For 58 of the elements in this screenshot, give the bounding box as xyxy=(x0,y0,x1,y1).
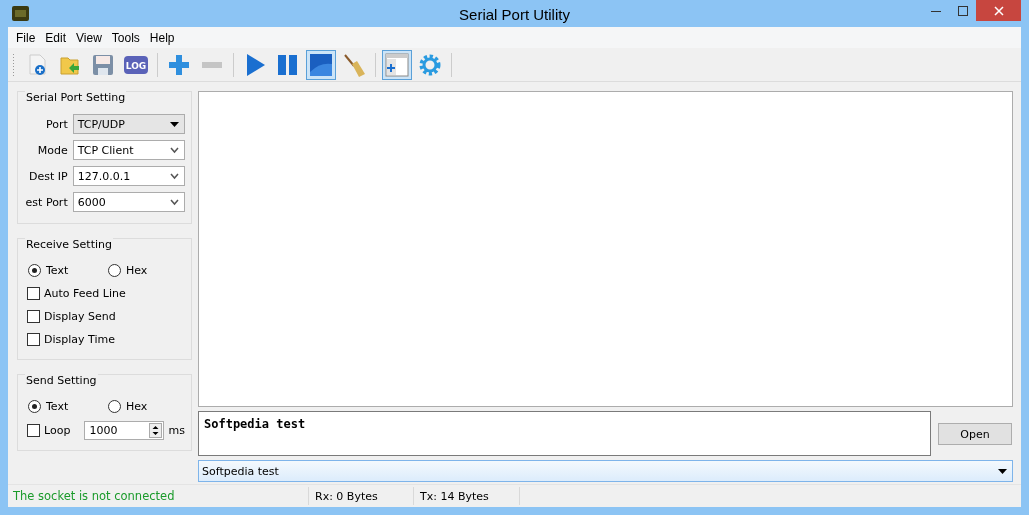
log-label: LOG xyxy=(125,60,147,71)
field-label: est Port xyxy=(25,195,68,209)
checkbox[interactable] xyxy=(27,287,40,300)
group-title: Receive Setting xyxy=(25,238,113,251)
radio-label: Hex xyxy=(126,399,148,413)
toolbar-grip[interactable] xyxy=(12,52,15,77)
status-message: The socket is not connected xyxy=(12,489,176,503)
checkbox-label: Auto Feed Line xyxy=(44,287,126,300)
toolbar-button[interactable] xyxy=(382,49,412,80)
checkbox[interactable] xyxy=(27,333,40,346)
toolbar-button[interactable]: LOG xyxy=(121,49,151,80)
checkbox[interactable] xyxy=(27,310,40,323)
rx-counter: Rx: 0 Bytes xyxy=(308,487,413,505)
field-label: Dest IP xyxy=(29,169,68,183)
window-plus-icon xyxy=(384,51,410,78)
radio-button[interactable] xyxy=(28,263,41,277)
dropdown-arrow-icon xyxy=(998,467,1007,475)
close-icon xyxy=(993,5,1004,16)
checkbox-label: Display Send xyxy=(44,310,116,323)
combo-box[interactable]: 6000 xyxy=(72,192,185,212)
chevron-down-icon xyxy=(170,198,179,206)
checkbox[interactable] xyxy=(27,423,40,437)
tx-counter: Tx: 14 Bytes xyxy=(413,487,519,505)
minus-icon xyxy=(202,61,222,68)
chevron-down-icon xyxy=(170,172,179,180)
maximize-icon xyxy=(957,5,968,16)
dropdown-arrow-icon xyxy=(170,120,179,128)
menu-item[interactable]: Help xyxy=(144,30,180,45)
menu-item[interactable]: Edit xyxy=(40,30,72,45)
checkbox-label: Loop xyxy=(44,423,71,437)
group-title: Serial Port Setting xyxy=(25,91,127,104)
radio-button[interactable] xyxy=(28,399,41,413)
square-icon xyxy=(308,51,334,78)
field-label: Mode xyxy=(37,143,68,157)
window-title: Serial Port Utility xyxy=(459,6,570,23)
checkbox-label: Display Time xyxy=(44,333,115,346)
radio-button[interactable] xyxy=(108,263,121,277)
app-icon xyxy=(12,6,29,21)
history-combo-box[interactable]: Softpedia test xyxy=(198,460,1013,482)
radio-label: Hex xyxy=(126,263,148,277)
menu-item[interactable]: Tools xyxy=(106,30,145,45)
combo-box[interactable]: TCP Client xyxy=(72,140,185,160)
toolbar-button[interactable] xyxy=(306,49,336,80)
send-input-field[interactable]: Softpedia test xyxy=(198,411,931,456)
radio-label: Text xyxy=(46,399,69,413)
radio-label: Text xyxy=(46,263,69,277)
menu-item[interactable]: View xyxy=(71,30,107,45)
spinner-arrows-icon xyxy=(148,422,162,438)
group-title: Send Setting xyxy=(25,374,98,387)
unit-label: ms xyxy=(168,423,185,437)
dropdown[interactable]: TCP/UDP xyxy=(72,114,185,134)
menu-item[interactable]: File xyxy=(11,30,41,45)
field-label: Port xyxy=(45,117,68,131)
radio-button[interactable] xyxy=(108,399,121,413)
combo-box[interactable]: 127.0.0.1 xyxy=(72,166,185,186)
spin-box[interactable]: 1000 xyxy=(84,420,164,440)
chevron-down-icon xyxy=(170,146,179,154)
open-button[interactable]: Open xyxy=(938,423,1012,445)
